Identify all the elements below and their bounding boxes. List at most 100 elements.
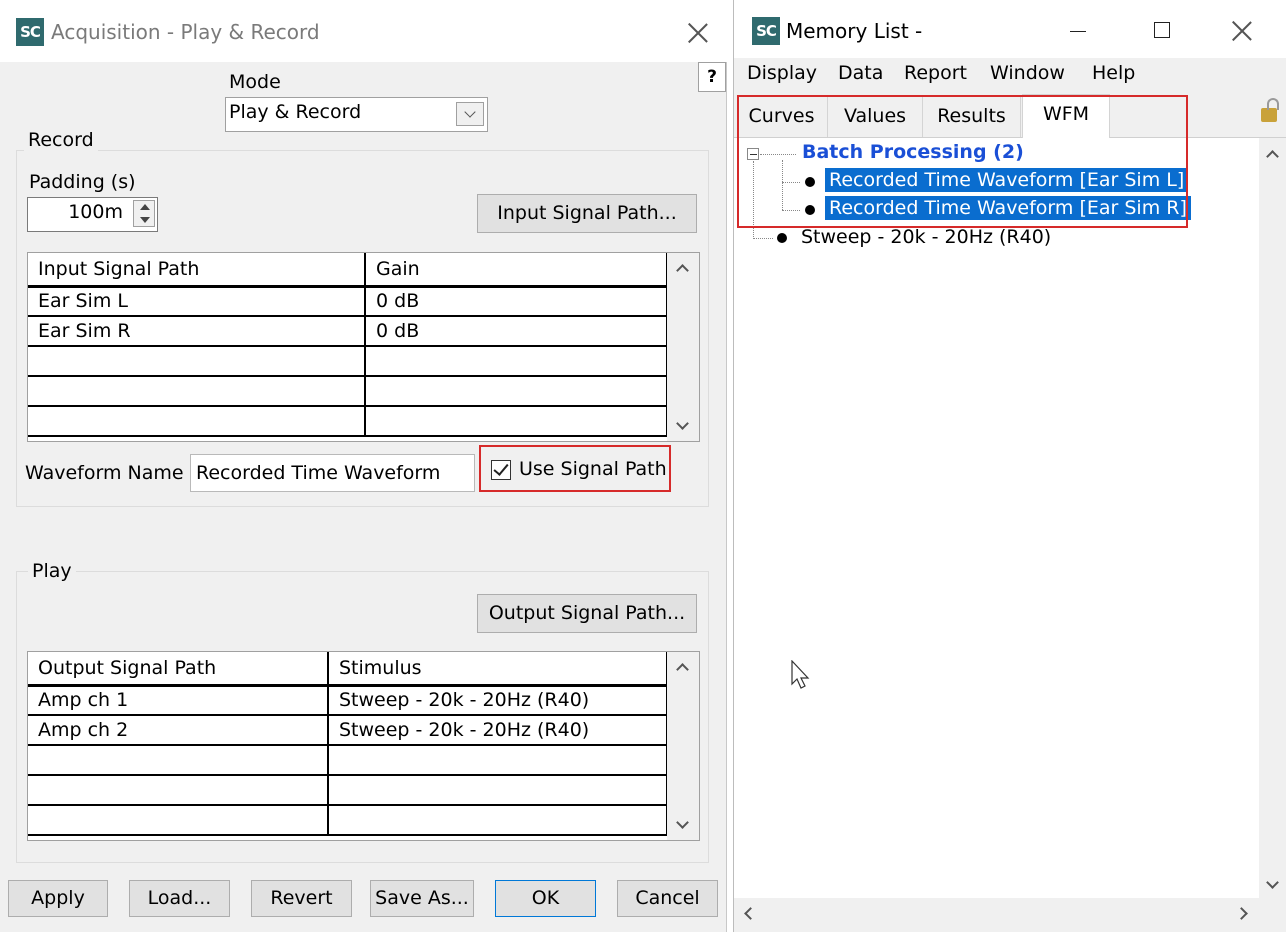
unlock-icon[interactable]: [1261, 108, 1277, 122]
input-table-scrollbar[interactable]: [667, 253, 699, 441]
padding-label: Padding (s): [29, 171, 136, 193]
highlight-box: [737, 95, 1188, 228]
chevron-down-icon[interactable]: [676, 417, 689, 430]
table-row[interactable]: [28, 376, 668, 407]
acquisition-title-bar: SC Acquisition - Play & Record: [0, 0, 727, 62]
table-header-row: Output Signal Path Stimulus: [28, 652, 668, 687]
chevron-up-icon[interactable]: [676, 264, 689, 277]
app-logo-icon: SC: [752, 17, 780, 45]
revert-button[interactable]: Revert: [251, 880, 352, 917]
tree-vertical-scrollbar[interactable]: [1259, 138, 1286, 898]
table-cell[interactable]: [365, 406, 668, 437]
column-header[interactable]: Input Signal Path: [28, 253, 366, 288]
tree-connector: [753, 238, 773, 239]
mode-label: Mode: [229, 71, 281, 93]
menu-report[interactable]: Report: [904, 62, 967, 84]
close-icon[interactable]: [1231, 20, 1253, 42]
app-logo-icon: SC: [16, 18, 44, 46]
close-icon[interactable]: [687, 22, 709, 44]
acquisition-window: SC Acquisition - Play & Record ? Mode Pl…: [0, 0, 727, 932]
table-row[interactable]: [28, 805, 668, 836]
minimize-icon[interactable]: [1070, 31, 1086, 32]
output-signal-path-table[interactable]: Output Signal Path Stimulus Amp ch 1 Stw…: [27, 651, 700, 841]
chevron-down-icon[interactable]: [456, 102, 484, 126]
use-signal-path-label[interactable]: Use Signal Path: [519, 458, 667, 480]
table-row[interactable]: Ear Sim R 0 dB: [28, 316, 668, 347]
table-cell[interactable]: [328, 775, 668, 806]
tree-horizontal-scrollbar[interactable]: [734, 898, 1286, 932]
memory-tree[interactable]: Batch Processing (2) Recorded Time Wavef…: [734, 138, 1286, 932]
table-row[interactable]: Amp ch 1 Stweep - 20k - 20Hz (R40): [28, 685, 668, 716]
acquisition-window-title: Acquisition - Play & Record: [51, 20, 320, 44]
memory-list-window: SC Memory List - Display Data Report Win…: [733, 0, 1286, 932]
use-signal-path-checkbox[interactable]: [491, 460, 511, 480]
mode-selected-value: Play & Record: [229, 101, 362, 123]
table-cell[interactable]: 0 dB: [365, 316, 668, 347]
table-cell[interactable]: Stweep - 20k - 20Hz (R40): [328, 685, 668, 716]
table-row[interactable]: [28, 745, 668, 776]
table-cell[interactable]: [365, 376, 668, 407]
table-cell[interactable]: Ear Sim L: [28, 286, 366, 317]
column-header[interactable]: Gain: [365, 253, 668, 288]
table-row[interactable]: [28, 775, 668, 806]
mouse-cursor-icon: [791, 660, 810, 689]
help-button[interactable]: ?: [698, 62, 726, 92]
waveform-name-value: Recorded Time Waveform: [196, 462, 441, 484]
table-cell[interactable]: [28, 346, 366, 377]
waveform-name-input[interactable]: Recorded Time Waveform: [190, 454, 475, 492]
chevron-right-icon[interactable]: [1235, 907, 1248, 920]
cancel-button[interactable]: Cancel: [617, 880, 718, 917]
record-group-title: Record: [24, 129, 98, 151]
table-cell[interactable]: [365, 346, 668, 377]
table-header-row: Input Signal Path Gain: [28, 253, 668, 288]
memory-title-bar: SC Memory List -: [734, 0, 1286, 58]
menu-display[interactable]: Display: [747, 62, 817, 84]
input-signal-path-table[interactable]: Input Signal Path Gain Ear Sim L 0 dB Ea…: [27, 252, 700, 442]
table-row[interactable]: [28, 406, 668, 437]
table-row[interactable]: Ear Sim L 0 dB: [28, 286, 668, 317]
column-header[interactable]: Stimulus: [328, 652, 668, 687]
column-header[interactable]: Output Signal Path: [28, 652, 329, 687]
bullet-icon: [777, 233, 787, 243]
table-cell[interactable]: [28, 376, 366, 407]
table-cell[interactable]: Amp ch 2: [28, 715, 329, 746]
memory-window-title: Memory List -: [786, 19, 923, 43]
table-row[interactable]: [28, 346, 668, 377]
table-cell[interactable]: [28, 406, 366, 437]
table-row[interactable]: Amp ch 2 Stweep - 20k - 20Hz (R40): [28, 715, 668, 746]
table-cell[interactable]: [328, 745, 668, 776]
menu-window[interactable]: Window: [990, 62, 1065, 84]
lock-shackle: [1267, 98, 1279, 110]
table-cell[interactable]: 0 dB: [365, 286, 668, 317]
maximize-icon[interactable]: [1154, 22, 1170, 38]
chevron-left-icon[interactable]: [744, 907, 757, 920]
chevron-down-icon[interactable]: [1266, 876, 1279, 889]
apply-button[interactable]: Apply: [8, 880, 108, 917]
table-cell[interactable]: Amp ch 1: [28, 685, 329, 716]
play-group-title: Play: [28, 560, 76, 582]
chevron-up-icon[interactable]: [1266, 150, 1279, 163]
table-cell[interactable]: [28, 775, 329, 806]
ok-button[interactable]: OK: [495, 880, 596, 917]
chevron-up-icon[interactable]: [676, 663, 689, 676]
padding-spinbox[interactable]: 100m: [27, 197, 158, 232]
table-cell[interactable]: Ear Sim R: [28, 316, 366, 347]
load-button[interactable]: Load...: [129, 880, 230, 917]
spin-up-down-icon[interactable]: [133, 200, 155, 227]
menu-data[interactable]: Data: [838, 62, 883, 84]
menu-bar: Display Data Report Window Help: [734, 58, 1286, 94]
waveform-name-label: Waveform Name: [25, 462, 184, 484]
chevron-down-icon[interactable]: [676, 816, 689, 829]
output-table-scrollbar[interactable]: [667, 652, 699, 840]
save-as-button[interactable]: Save As...: [370, 880, 474, 917]
table-cell[interactable]: [28, 805, 329, 836]
padding-value: 100m: [68, 201, 123, 223]
menu-help[interactable]: Help: [1092, 62, 1135, 84]
table-cell[interactable]: Stweep - 20k - 20Hz (R40): [328, 715, 668, 746]
table-cell[interactable]: [28, 745, 329, 776]
input-signal-path-button[interactable]: Input Signal Path...: [477, 194, 697, 233]
mode-dropdown[interactable]: Play & Record: [225, 97, 488, 132]
output-signal-path-button[interactable]: Output Signal Path...: [477, 594, 697, 633]
table-cell[interactable]: [328, 805, 668, 836]
tree-item-stweep[interactable]: Stweep - 20k - 20Hz (R40): [801, 226, 1051, 248]
